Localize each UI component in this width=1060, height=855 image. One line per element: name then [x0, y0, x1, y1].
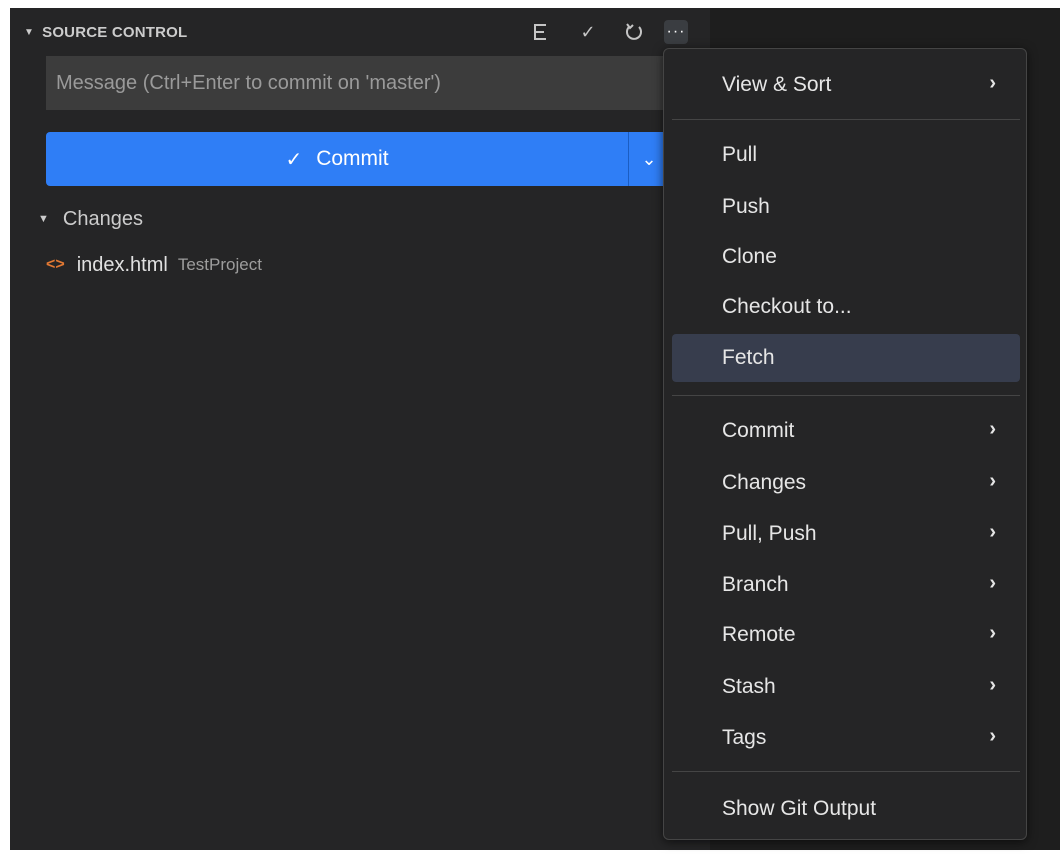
changes-label: Changes: [62, 207, 143, 230]
menu-item-label: Clone: [722, 245, 777, 268]
check-icon: ✓: [285, 148, 303, 171]
menu-item-label: Checkout to...: [722, 295, 852, 318]
menu-item-changes[interactable]: Changes ›: [672, 459, 1020, 507]
chevron-right-icon: ›: [989, 674, 996, 696]
menu-item-push[interactable]: Push: [672, 183, 1020, 231]
chevron-right-icon: ›: [989, 72, 996, 94]
chevron-right-icon: ›: [989, 470, 996, 492]
menu-item-stash[interactable]: Stash ›: [672, 663, 1020, 711]
menu-item-clone[interactable]: Clone: [672, 233, 1020, 281]
view-as-tree-icon[interactable]: [528, 20, 552, 44]
menu-item-label: Pull, Push: [722, 522, 817, 545]
menu-item-tags[interactable]: Tags ›: [672, 714, 1020, 762]
menu-item-remote[interactable]: Remote ›: [672, 611, 1020, 659]
expand-caret-icon[interactable]: ▼: [38, 213, 49, 225]
menu-item-label: Tags: [722, 726, 767, 749]
menu-item-pull-push[interactable]: Pull, Push ›: [672, 510, 1020, 558]
html-file-icon: <>: [46, 256, 65, 273]
menu-separator: [672, 395, 1020, 396]
menu-item-label: Branch: [722, 573, 789, 596]
collapse-caret-icon[interactable]: ▼: [24, 27, 34, 38]
menu-item-label: Pull: [722, 143, 758, 166]
menu-item-label: Push: [722, 195, 770, 218]
scm-title[interactable]: ▼ SOURCE CONTROL: [24, 22, 187, 42]
menu-separator: [672, 771, 1020, 772]
commit-check-icon[interactable]: ✓: [576, 20, 600, 44]
menu-item-label: Show Git Output: [722, 797, 877, 820]
file-name: index.html: [76, 253, 168, 276]
source-control-panel: ▼ SOURCE CONTROL ✓ ··· ✓ Commit ⌄ ▼ Chan…: [10, 8, 710, 850]
menu-separator: [672, 119, 1020, 120]
commit-button-label: Commit: [316, 147, 389, 170]
menu-item-view-sort[interactable]: View & Sort ›: [672, 61, 1020, 109]
menu-item-fetch[interactable]: Fetch: [672, 334, 1020, 382]
menu-item-label: Stash: [722, 675, 776, 698]
changes-group[interactable]: ▼ Changes: [38, 206, 143, 232]
scm-title-label: SOURCE CONTROL: [42, 23, 188, 41]
chevron-right-icon: ›: [989, 521, 996, 543]
chevron-right-icon: ›: [989, 418, 996, 440]
commit-button[interactable]: ✓ Commit: [46, 132, 628, 186]
menu-item-commit[interactable]: Commit ›: [672, 407, 1020, 455]
scm-header: ▼ SOURCE CONTROL ✓ ···: [10, 8, 710, 56]
chevron-right-icon: ›: [989, 725, 996, 747]
more-actions-icon[interactable]: ···: [664, 20, 688, 44]
menu-item-label: Commit: [722, 419, 795, 442]
changed-file-row[interactable]: <> index.html TestProject: [46, 252, 262, 278]
menu-item-label: Changes: [722, 471, 807, 494]
refresh-icon[interactable]: [622, 20, 646, 44]
chevron-down-icon: ⌄: [641, 148, 657, 169]
more-actions-menu: View & Sort › Pull Push Clone Checkout t…: [663, 48, 1027, 840]
commit-message-input[interactable]: [46, 56, 686, 110]
menu-item-pull[interactable]: Pull: [672, 131, 1020, 179]
menu-item-show-git-output[interactable]: Show Git Output: [672, 785, 1020, 833]
file-folder: TestProject: [177, 255, 262, 274]
menu-item-label: View & Sort: [722, 73, 832, 96]
menu-item-branch[interactable]: Branch ›: [672, 561, 1020, 609]
menu-item-checkout[interactable]: Checkout to...: [672, 283, 1020, 331]
menu-item-label: Remote: [722, 623, 796, 646]
menu-item-label: Fetch: [722, 346, 775, 369]
chevron-right-icon: ›: [989, 622, 996, 644]
chevron-right-icon: ›: [989, 572, 996, 594]
